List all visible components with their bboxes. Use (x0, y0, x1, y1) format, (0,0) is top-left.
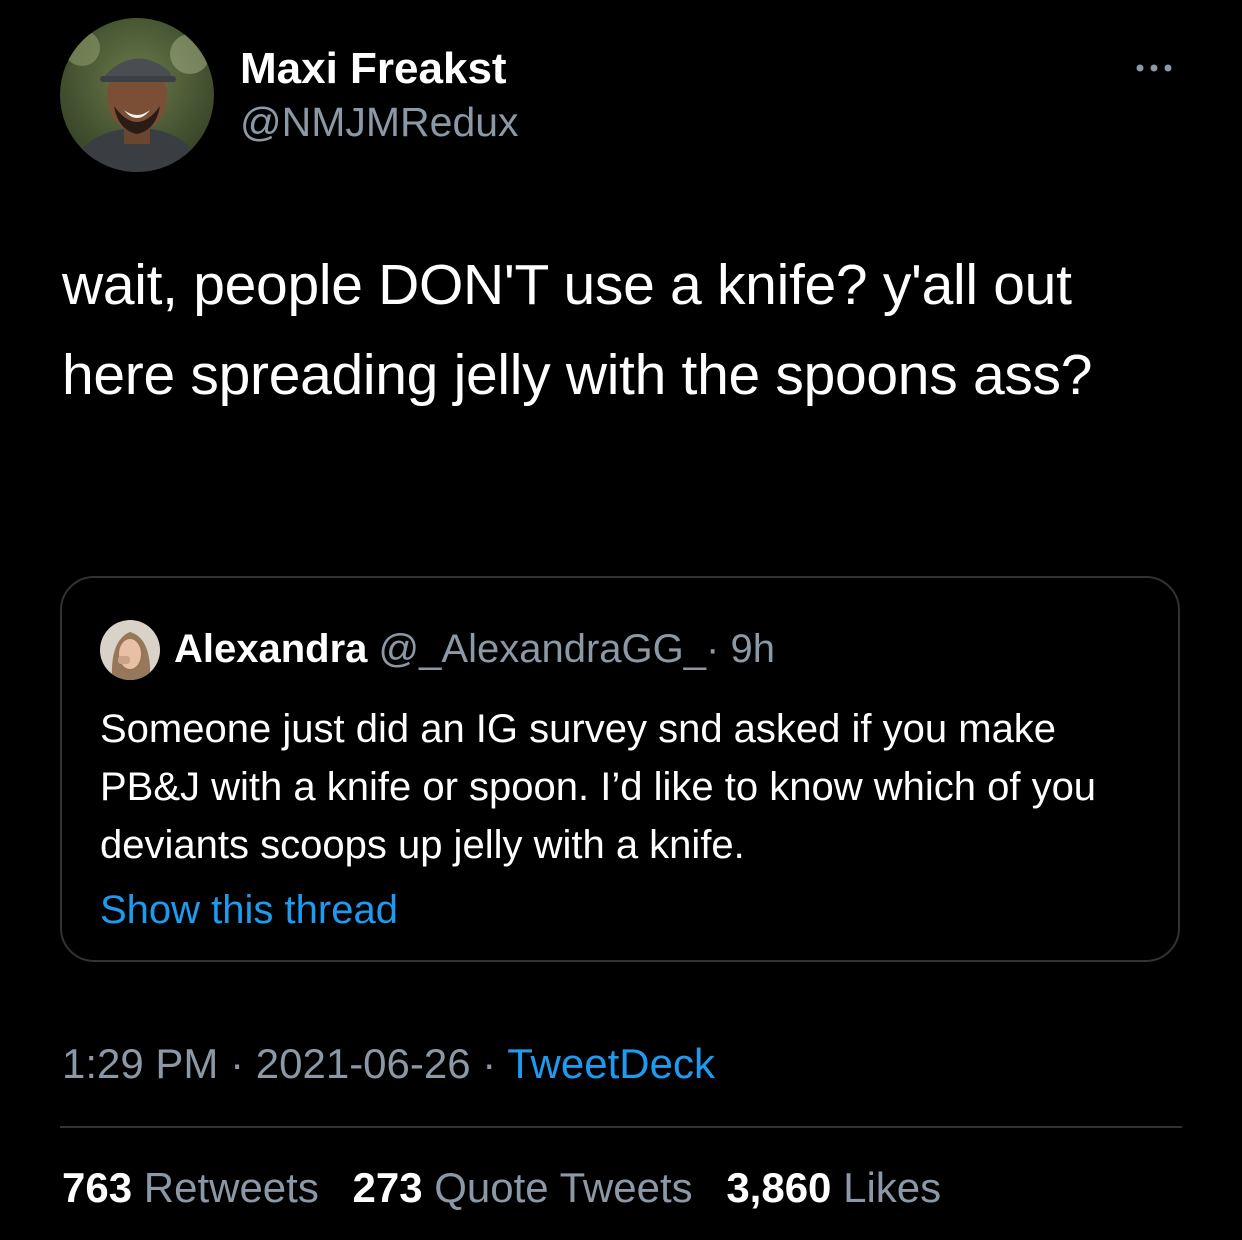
meta-separator: · (482, 1040, 497, 1087)
author-avatar[interactable] (60, 18, 214, 172)
quote-tweets-stat[interactable]: 273 Quote Tweets (353, 1160, 693, 1216)
meta-separator: · (230, 1040, 245, 1087)
quoted-author-avatar (100, 620, 160, 680)
likes-count: 3,860 (726, 1164, 832, 1211)
tweet-source-link[interactable]: TweetDeck (507, 1040, 715, 1087)
retweets-count: 763 (62, 1164, 133, 1211)
author-display-name[interactable]: Maxi Freakst (240, 44, 507, 94)
tweet-text: wait, people DON'T use a knife? y'all ou… (62, 253, 1093, 407)
tweet-time[interactable]: 1:29 PM (62, 1040, 218, 1087)
engagement-stats: 763 Retweets 273 Quote Tweets 3,860 Like… (62, 1160, 963, 1216)
likes-label: Likes (843, 1164, 942, 1211)
quoted-author-handle: @_AlexandraGG_ (378, 627, 706, 671)
quoted-author-name: Alexandra (174, 627, 368, 671)
quoted-timestamp: 9h (730, 627, 775, 671)
quoted-tweet-card[interactable]: Alexandra @_AlexandraGG_· 9h Someone jus… (60, 576, 1180, 962)
quoted-header: Alexandra @_AlexandraGG_· 9h (174, 624, 775, 674)
more-horizontal-icon[interactable] (1128, 54, 1180, 82)
retweets-label: Retweets (143, 1164, 319, 1211)
likes-stat[interactable]: 3,860 Likes (726, 1160, 941, 1216)
quoted-separator: · (706, 627, 720, 671)
show-thread-link[interactable]: Show this thread (100, 884, 398, 936)
quote-tweets-label: Quote Tweets (434, 1164, 693, 1211)
quote-tweets-count: 273 (352, 1164, 423, 1211)
author-handle[interactable]: @NMJMRedux (240, 98, 519, 146)
tweet-meta: 1:29 PM · 2021-06-26 · TweetDeck (62, 1036, 715, 1092)
divider (60, 1126, 1182, 1128)
tweet-date[interactable]: 2021-06-26 (256, 1040, 471, 1087)
retweets-stat[interactable]: 763 Retweets (62, 1160, 319, 1216)
quoted-tweet-text: Someone just did an IG survey snd asked … (100, 707, 1097, 867)
